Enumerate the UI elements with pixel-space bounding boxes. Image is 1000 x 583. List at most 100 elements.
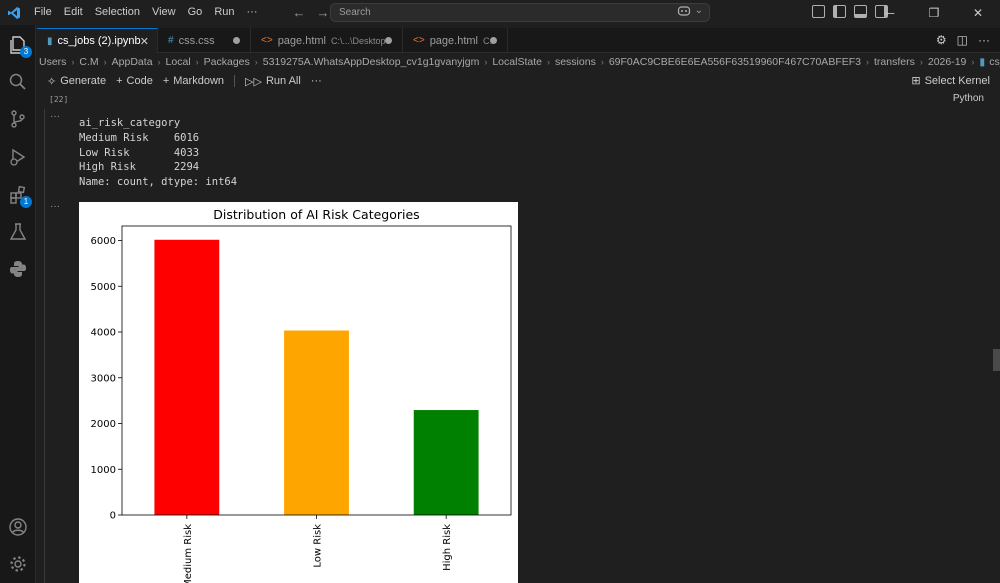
add-markdown-cell-button[interactable]: + Markdown <box>163 75 224 87</box>
x-tick-label: High Risk <box>442 524 453 571</box>
close-window-icon[interactable]: ✕ <box>956 0 1000 25</box>
tab-css[interactable]: # css.css <box>158 28 251 53</box>
toggle-panel-icon[interactable] <box>854 5 867 18</box>
cell-text-output: ai_risk_category Medium Risk 6016 Low Ri… <box>79 117 238 189</box>
chevron-down-icon[interactable]: ⌄ <box>695 5 703 20</box>
toggle-primary-sidebar-icon[interactable] <box>833 5 846 18</box>
tab-page-html-desktop[interactable]: <> page.html C:\...\Desktop <box>251 28 403 53</box>
tab-page-html[interactable]: <> page.html C: <box>403 28 508 53</box>
tab-label: page.html <box>429 34 478 47</box>
run-debug-icon[interactable] <box>6 145 30 169</box>
output-actions-button[interactable]: ··· <box>50 111 60 122</box>
more-actions-icon[interactable]: ··· <box>978 33 990 47</box>
search-placeholder: Search <box>339 7 371 18</box>
unsaved-dot-icon[interactable] <box>490 37 497 44</box>
generate-button[interactable]: ✧ Generate <box>47 75 106 88</box>
run-all-label: Run All <box>265 75 301 87</box>
breadcrumb-file-icon: ▮ <box>979 56 986 68</box>
plus-icon: + <box>116 75 123 87</box>
x-tick-label: Medium Risk <box>183 524 194 583</box>
y-tick-label: 5000 <box>91 282 116 293</box>
breadcrumb-item[interactable]: AppData <box>110 56 155 68</box>
breadcrumb-item[interactable]: transfers <box>872 56 917 68</box>
breadcrumb-item[interactable]: Local <box>164 56 193 68</box>
split-editor-icon[interactable]: ◫ <box>957 33 968 47</box>
notebook-editor[interactable]: [22] Python ··· ai_risk_category Medium … <box>37 91 1000 583</box>
markdown-label: Markdown <box>173 75 225 87</box>
extensions-icon[interactable]: 1 <box>6 183 32 208</box>
breadcrumb-item[interactable]: Users <box>37 56 68 68</box>
bar <box>154 239 220 515</box>
menu-view[interactable]: View <box>146 0 182 25</box>
menu-bar: File Edit Selection View Go Run ··· <box>28 0 264 25</box>
chevron-right-icon: › <box>919 57 923 67</box>
breadcrumb-item[interactable]: sessions <box>553 56 598 68</box>
bar <box>284 330 349 515</box>
menu-run[interactable]: Run <box>208 0 240 25</box>
tab-description: C:\...\Desktop <box>331 35 386 46</box>
run-all-button[interactable]: ▷▷ Run All <box>245 75 301 88</box>
tab-label: cs_jobs (2).ipynb <box>57 35 141 47</box>
chevron-right-icon: › <box>866 57 869 67</box>
x-tick-label: Low Risk <box>313 524 324 568</box>
chevron-right-icon: › <box>71 57 75 67</box>
chevron-right-icon: › <box>971 57 975 67</box>
select-kernel-button[interactable]: ⊞ Select Kernel <box>911 74 990 88</box>
menu-go[interactable]: Go <box>182 0 209 25</box>
settings-gear-icon[interactable] <box>6 552 30 576</box>
scrollbar-thumb[interactable] <box>993 349 1000 371</box>
html-icon: <> <box>413 35 425 46</box>
close-icon[interactable]: ✕ <box>140 35 149 48</box>
breadcrumb-item[interactable]: C.M <box>77 56 100 68</box>
cell-focus-indicator <box>44 109 45 583</box>
toolbar-more-button[interactable]: ··· <box>311 75 322 87</box>
tab-cs-jobs-notebook[interactable]: ▮ cs_jobs (2).ipynb ✕ <box>37 28 158 53</box>
plus-icon: + <box>162 75 170 87</box>
breadcrumb-item[interactable]: cs_jobs (2).ipynb <box>987 56 1000 68</box>
chevron-right-icon: › <box>484 57 488 67</box>
cell-language-button[interactable]: Python <box>953 93 984 104</box>
unsaved-dot-icon[interactable] <box>385 37 392 44</box>
search-icon[interactable] <box>6 70 30 94</box>
generate-label: Generate <box>60 75 107 87</box>
explorer-icon[interactable]: 3 <box>6 33 32 58</box>
html-icon: <> <box>261 35 273 46</box>
vscode-logo-icon <box>0 0 28 25</box>
copilot-icon[interactable] <box>677 5 691 20</box>
tab-label: page.html <box>277 34 326 47</box>
notebook-toolbar: ✧ Generate + Code + Markdown ▷▷ Run All … <box>37 71 1000 91</box>
breadcrumb-item[interactable]: 69F0AC9CBE6E6EA556F63519960F467C70ABFEF3 <box>607 56 863 68</box>
kernel-icon: ⊞ <box>911 75 921 87</box>
breadcrumb-item[interactable]: Packages <box>202 56 252 68</box>
customize-layout-icon[interactable] <box>812 5 825 18</box>
add-code-cell-button[interactable]: + Code <box>116 75 153 87</box>
y-tick-label: 6000 <box>91 236 116 247</box>
output-actions-button[interactable]: ··· <box>50 201 60 212</box>
chevron-right-icon: › <box>600 57 604 67</box>
restore-icon[interactable]: ❐ <box>912 0 956 25</box>
back-arrow-icon[interactable]: ← <box>290 4 308 21</box>
gear-icon[interactable]: ⚙ <box>936 33 947 47</box>
explorer-badge: 3 <box>20 46 32 58</box>
y-tick-label: 4000 <box>91 328 116 339</box>
bar-chart: Distribution of AI Risk Categories Medium… <box>91 207 512 583</box>
menu-more[interactable]: ··· <box>241 0 264 25</box>
menu-edit[interactable]: Edit <box>58 0 89 25</box>
minimize-icon[interactable]: ─ <box>868 0 912 25</box>
command-center-search[interactable]: Search ⌄ <box>330 3 710 22</box>
testing-flask-icon[interactable] <box>6 220 30 244</box>
menu-file[interactable]: File <box>28 0 58 25</box>
breadcrumb-item[interactable]: LocalState <box>490 56 544 68</box>
python-icon[interactable] <box>6 257 30 281</box>
y-tick-label: 3000 <box>91 373 116 384</box>
source-control-icon[interactable] <box>6 107 30 131</box>
menu-selection[interactable]: Selection <box>89 0 146 25</box>
account-icon[interactable] <box>6 515 30 539</box>
breadcrumb-item[interactable]: 5319275A.WhatsAppDesktop_cv1g1gvanyjgm <box>261 56 482 68</box>
unsaved-dot-icon[interactable] <box>233 37 240 44</box>
y-tick-label: 2000 <box>91 419 116 430</box>
breadcrumb-item[interactable]: 2026-19 <box>926 56 969 68</box>
chevron-right-icon: › <box>157 57 161 67</box>
chevron-right-icon: › <box>103 57 107 67</box>
chevron-right-icon: › <box>546 57 550 67</box>
